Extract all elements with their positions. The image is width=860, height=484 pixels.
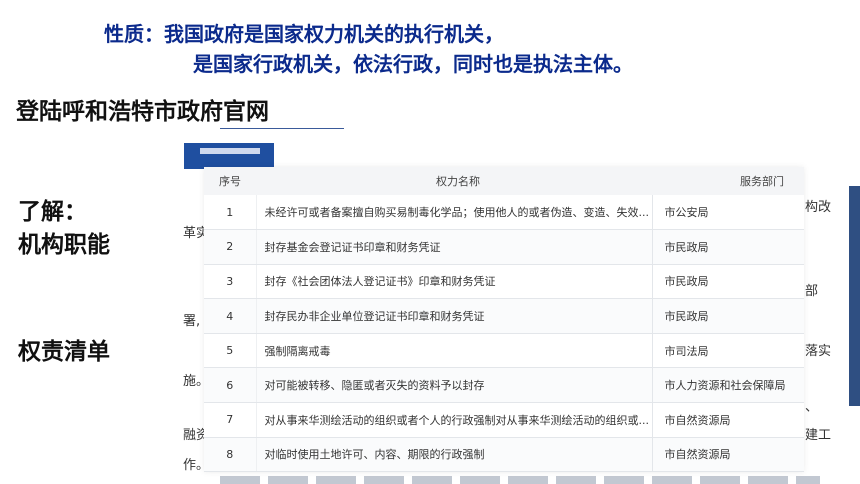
power-name-link[interactable]: 未经许可或者备案擅自购买易制毒化学品；使用他人的或者伪造、变造、失效... <box>256 195 653 231</box>
row-number: 6 <box>204 367 257 404</box>
row-number: 7 <box>204 402 257 438</box>
column-header-name: 权力名称 <box>256 167 652 195</box>
background-text-fragment: 、 <box>805 400 819 415</box>
background-text-fragment: 建工 <box>805 428 832 443</box>
row-number: 8 <box>204 437 257 473</box>
label-know-line-1: 了解： <box>18 199 87 225</box>
table-row[interactable]: 1 未经许可或者备案擅自购买易制毒化学品；使用他人的或者伪造、变造、失效... … <box>204 195 804 231</box>
heading-underline <box>220 128 344 129</box>
power-name-link[interactable]: 封存基金会登记证书印章和财务凭证 <box>256 229 653 265</box>
site-heading: 登陆呼和浩特市政府官网 <box>16 99 269 125</box>
background-nav-tab-label <box>200 148 260 154</box>
service-department: 市民政局 <box>652 229 804 265</box>
table-row[interactable]: 7 对从事来华测绘活动的组织或者个人的行政强制对从事来华测绘活动的组织或... … <box>204 402 804 438</box>
row-number: 1 <box>204 195 257 231</box>
label-know-line-2: 机构职能 <box>18 232 110 258</box>
slide-title-line-2: 是国家行政机关，依法行政，同时也是执法主体。 <box>193 52 633 76</box>
background-text-fragment: 构改 <box>805 200 832 215</box>
table-row[interactable]: 3 封存《社会团体法人登记证书》印章和财务凭证 市民政局 <box>204 264 804 300</box>
table-row[interactable]: 8 对临时使用土地许可、内容、期限的行政强制 市自然资源局 <box>204 437 804 473</box>
row-number: 5 <box>204 333 257 369</box>
power-name-link[interactable]: 对可能被转移、隐匿或者灭失的资料予以封存 <box>256 367 653 404</box>
service-department: 市民政局 <box>652 298 804 334</box>
service-department: 市民政局 <box>652 264 804 300</box>
table-row[interactable]: 2 封存基金会登记证书印章和财务凭证 市民政局 <box>204 229 804 265</box>
power-name-link[interactable]: 对临时使用土地许可、内容、期限的行政强制 <box>256 437 653 473</box>
background-text-fragment: 部 <box>805 284 819 299</box>
row-number: 2 <box>204 229 257 265</box>
service-department: 市公安局 <box>652 195 804 231</box>
row-number: 4 <box>204 298 257 334</box>
table-header-row: 序号 权力名称 服务部门 <box>204 167 804 195</box>
background-blurred-text <box>220 476 820 484</box>
power-list-table: 序号 权力名称 服务部门 1 未经许可或者备案擅自购买易制毒化学品；使用他人的或… <box>204 167 804 473</box>
power-name-link[interactable]: 封存民办非企业单位登记证书印章和财务凭证 <box>256 298 653 334</box>
power-name-link[interactable]: 封存《社会团体法人登记证书》印章和财务凭证 <box>256 264 653 300</box>
service-department: 市人力资源和社会保障局 <box>652 367 804 404</box>
column-header-no: 序号 <box>204 167 256 195</box>
column-header-dept: 服务部门 <box>652 167 804 195</box>
background-text-fragment: 署, <box>183 314 201 329</box>
service-department: 市自然资源局 <box>652 402 804 438</box>
power-list-grid: 序号 权力名称 服务部门 1 未经许可或者备案擅自购买易制毒化学品；使用他人的或… <box>204 167 804 473</box>
background-scrollbar[interactable] <box>849 186 860 406</box>
label-power-list: 权责清单 <box>18 339 110 365</box>
power-name-link[interactable]: 对从事来华测绘活动的组织或者个人的行政强制对从事来华测绘活动的组织或... <box>256 402 653 438</box>
power-name-link[interactable]: 强制隔离戒毒 <box>256 333 653 369</box>
label-institution-functions: 了解： 机构职能 <box>18 196 110 262</box>
background-text-fragment: 落实 <box>805 344 832 359</box>
table-row[interactable]: 6 对可能被转移、隐匿或者灭失的资料予以封存 市人力资源和社会保障局 <box>204 367 804 404</box>
service-department: 市自然资源局 <box>652 437 804 473</box>
background-nav-tab[interactable] <box>184 143 274 169</box>
row-number: 3 <box>204 264 257 300</box>
table-row[interactable]: 4 封存民办非企业单位登记证书印章和财务凭证 市民政局 <box>204 298 804 334</box>
table-row[interactable]: 5 强制隔离戒毒 市司法局 <box>204 333 804 369</box>
service-department: 市司法局 <box>652 333 804 369</box>
slide-title-line-1: 性质：我国政府是国家权力机关的执行机关， <box>104 22 504 46</box>
